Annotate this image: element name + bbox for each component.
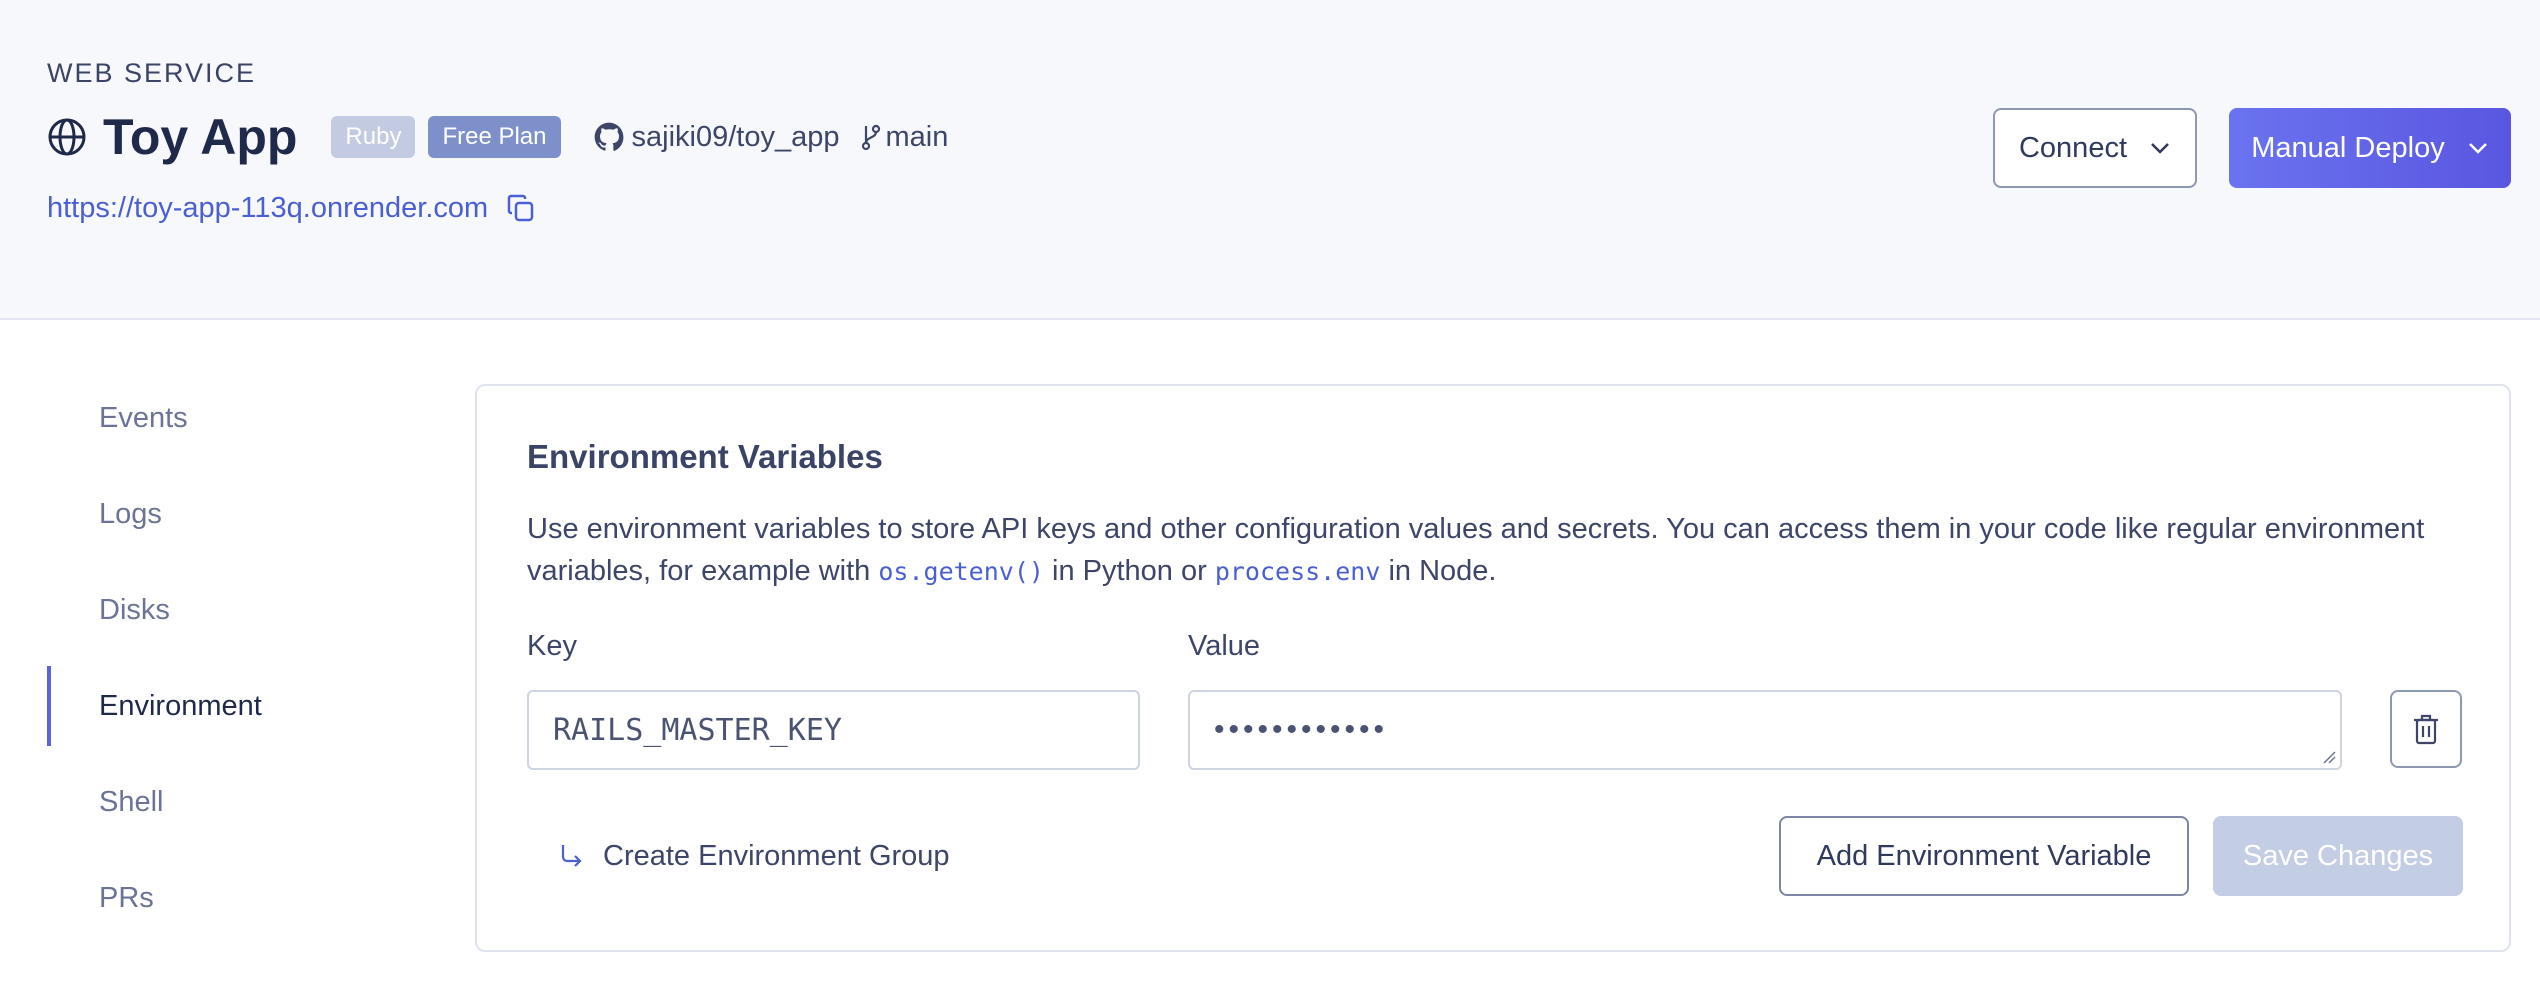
sidebar-item-shell[interactable]: Shell	[47, 762, 412, 842]
github-icon	[594, 122, 623, 151]
create-env-group-link[interactable]: Create Environment Group	[559, 834, 950, 878]
sidebar-item-events[interactable]: Events	[47, 378, 412, 458]
page-title: Toy App	[103, 109, 298, 165]
runtime-badge: Ruby	[331, 116, 416, 158]
sidebar-item-prs[interactable]: PRs	[47, 858, 412, 938]
create-env-group-label: Create Environment Group	[603, 839, 950, 872]
desc-text-2: in Python or	[1043, 555, 1215, 587]
desc-text-3: in Node.	[1380, 555, 1497, 587]
repo-link[interactable]: sajiki09/toy_app	[594, 121, 840, 154]
connect-label: Connect	[2018, 131, 2127, 164]
env-vars-title: Environment Variables	[527, 438, 883, 475]
code-process-env: process.env	[1214, 557, 1381, 586]
key-label: Key	[527, 630, 577, 662]
sidebar-item-environment[interactable]: Environment	[47, 666, 412, 746]
copy-icon[interactable]	[506, 193, 536, 223]
env-vars-card: Environment Variables Use environment va…	[475, 384, 2511, 952]
sidebar-nav: Events Logs Disks Environment Shell PRs	[47, 378, 412, 954]
chevron-down-icon	[2468, 143, 2487, 154]
repo-name: sajiki09/toy_app	[631, 120, 840, 153]
title-row: Toy App Ruby Free Plan sajiki09/toy_app …	[47, 106, 948, 168]
sidebar-item-label: Disks	[99, 593, 170, 626]
sidebar-item-label: Shell	[99, 785, 164, 818]
add-env-variable-button[interactable]: Add Environment Variable	[1779, 816, 2189, 896]
env-vars-description: Use environment variables to store API k…	[527, 508, 2487, 593]
sidebar-item-disks[interactable]: Disks	[47, 570, 412, 650]
service-header: WEB SERVICE Toy App Ruby Free Plan sajik…	[0, 0, 2540, 320]
env-value-masked: ••••••••••••	[1214, 713, 1389, 746]
sidebar-item-label: PRs	[99, 881, 154, 914]
env-key-input[interactable]: RAILS_MASTER_KEY	[527, 690, 1140, 770]
save-changes-label: Save Changes	[2242, 839, 2434, 872]
value-label: Value	[1188, 630, 1261, 662]
manual-deploy-label: Manual Deploy	[2251, 131, 2445, 164]
sidebar-item-logs[interactable]: Logs	[47, 474, 412, 554]
service-url-link[interactable]: https://toy-app-113q.onrender.com	[47, 192, 488, 225]
resize-grip-icon[interactable]	[2322, 750, 2336, 764]
arrow-return-icon	[561, 845, 582, 867]
git-branch-icon	[861, 124, 880, 151]
chevron-down-icon	[2151, 143, 2169, 154]
manual-deploy-button[interactable]: Manual Deploy	[2229, 108, 2511, 188]
branch-link[interactable]: main	[860, 120, 949, 154]
plan-badge: Free Plan	[428, 116, 561, 158]
sidebar-item-label: Events	[99, 401, 188, 434]
sidebar-item-label: Environment	[99, 689, 262, 722]
env-key-value: RAILS_MASTER_KEY	[553, 712, 842, 748]
service-type-label: WEB SERVICE	[47, 58, 257, 88]
service-url-row: https://toy-app-113q.onrender.com	[47, 186, 536, 230]
save-changes-button[interactable]: Save Changes	[2213, 816, 2463, 896]
code-os-getenv: os.getenv()	[878, 557, 1044, 586]
trash-icon	[2414, 714, 2438, 745]
delete-variable-button[interactable]	[2390, 690, 2462, 768]
add-env-variable-label: Add Environment Variable	[1816, 839, 2152, 872]
globe-icon	[47, 117, 87, 157]
sidebar-item-label: Logs	[99, 497, 162, 530]
connect-button[interactable]: Connect	[1993, 108, 2197, 188]
branch-name: main	[885, 120, 949, 153]
env-value-input[interactable]: ••••••••••••	[1188, 690, 2342, 770]
